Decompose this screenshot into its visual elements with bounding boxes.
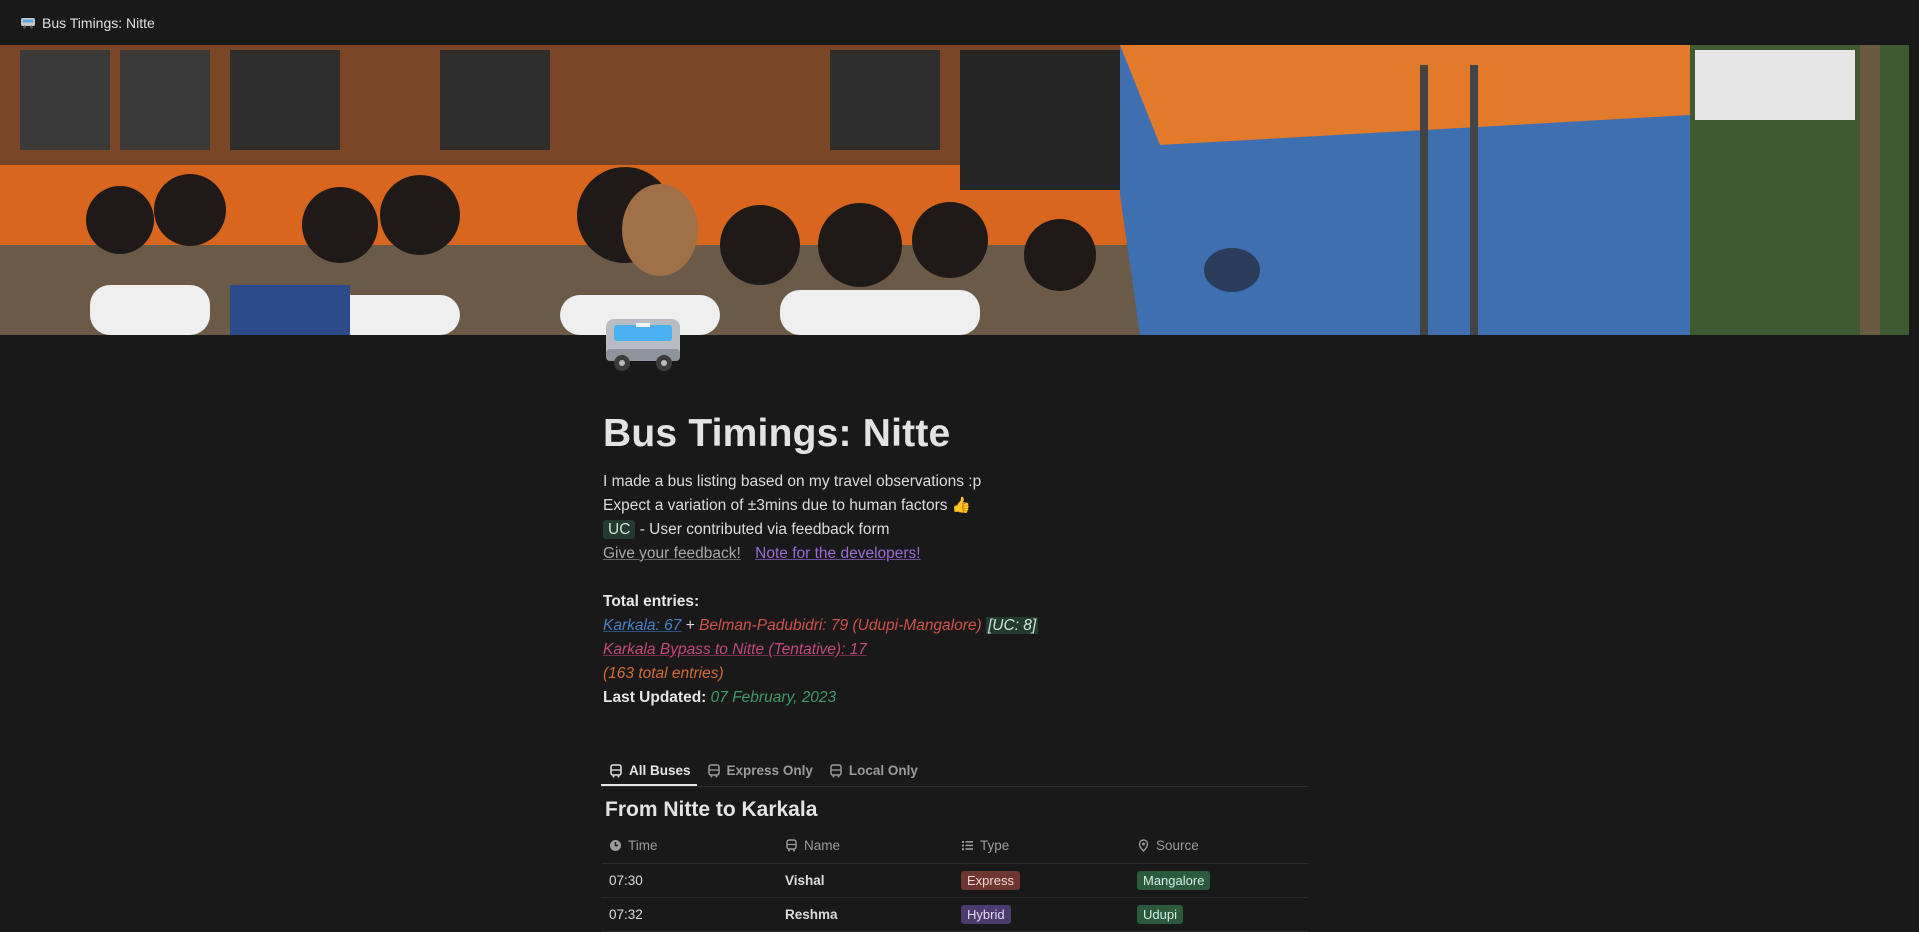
bypass-count-link[interactable]: Karkala Bypass to Nitte (Tentative): 17 (603, 641, 867, 658)
plus-sign: + (681, 617, 700, 634)
location-pin-icon (1138, 839, 1149, 852)
type-cell: Hybrid (953, 897, 1129, 932)
source-tag: Udupi (1137, 905, 1183, 924)
last-updated-line: Last Updated: 07 February, 2023 (603, 686, 1310, 710)
source-cell: Mangalore (1129, 863, 1308, 898)
page-content: Bus Timings: Nitte I made a bus listing … (603, 400, 1310, 710)
time-cell: 07:30 (601, 863, 777, 898)
table-row[interactable]: 07:30 Vishal Express Mangalore (601, 863, 1308, 898)
developer-note-link[interactable]: Note for the developers! (755, 545, 920, 562)
last-updated-label: Last Updated: (603, 689, 707, 706)
bus-emoji-icon (606, 319, 680, 371)
total-line: (163 total entries) (603, 662, 1310, 686)
type-cell: Express (953, 863, 1129, 898)
column-header-type[interactable]: Type (953, 830, 1129, 864)
time-cell: 07:32 (601, 897, 777, 932)
column-label: Type (980, 838, 1010, 853)
bus-icon (707, 763, 720, 777)
bus-icon (21, 17, 35, 28)
total-entries-label: Total entries: (603, 593, 700, 610)
table-header-row: Time Name Type Source (601, 830, 1308, 864)
column-header-time[interactable]: Time (601, 830, 777, 864)
bus-table: Time Name Type Source 07:30 Vishal Expre… (601, 830, 1308, 932)
column-label: Name (804, 838, 841, 853)
tab-local-only[interactable]: Local Only (821, 763, 924, 786)
links-line: Give your feedback! Note for the develop… (603, 542, 1310, 566)
belman-count: Belman-Padubidri: 79 (Udupi-Mangalore) (699, 617, 982, 634)
bypass-line: Karkala Bypass to Nitte (Tentative): 17 (603, 638, 1310, 662)
tab-label: Express Only (726, 763, 813, 778)
name-cell: Vishal (777, 863, 953, 898)
list-icon (962, 841, 973, 851)
intro-line-2: Expect a variation of ±3mins due to huma… (603, 497, 972, 514)
name-cell: Reshma (777, 897, 953, 932)
tab-label: All Buses (629, 763, 691, 778)
last-updated-value: 07 February, 2023 (710, 689, 837, 706)
karkala-count-link[interactable]: Karkala: 67 (603, 617, 681, 634)
page-title: Bus Timings: Nitte (603, 412, 951, 455)
tab-label: Local Only (848, 763, 918, 778)
uc-count: [UC: 8] (986, 617, 1039, 634)
uc-description: - User contributed via feedback form (635, 521, 890, 538)
uc-legend-line: UC - User contributed via feedback form (603, 518, 1310, 542)
uc-tag: UC (603, 520, 636, 539)
clock-icon (610, 840, 621, 851)
type-tag: Express (961, 871, 1020, 890)
column-header-name[interactable]: Name (777, 830, 953, 864)
tab-express-only[interactable]: Express Only (699, 763, 819, 786)
breadcrumb[interactable]: Bus Timings: Nitte (20, 15, 155, 31)
source-cell: Udupi (1129, 897, 1308, 932)
tab-all-buses[interactable]: All Buses (601, 763, 697, 786)
cover-image (0, 45, 1909, 335)
type-tag: Hybrid (961, 905, 1011, 924)
top-bar: Bus Timings: Nitte (0, 0, 1919, 45)
bus-icon (830, 763, 842, 777)
column-label: Source (1156, 838, 1199, 853)
section-title: From Nitte to Karkala (605, 798, 818, 821)
source-tag: Mangalore (1137, 871, 1211, 890)
view-tabs: All Buses Express Only Local Only (601, 752, 1308, 787)
table-row[interactable]: 07:32 Reshma Hybrid Udupi (601, 897, 1308, 932)
column-label: Time (628, 838, 658, 853)
counts-line: Karkala: 67 + Belman-Padubidri: 79 (Udup… (603, 614, 1310, 638)
intro-line-1: I made a bus listing based on my travel … (603, 473, 982, 490)
column-header-source[interactable]: Source (1129, 830, 1308, 864)
bus-icon (610, 763, 622, 777)
bus-icon (786, 839, 797, 852)
breadcrumb-title: Bus Timings: Nitte (42, 14, 155, 31)
total-entries-value: (163 total entries) (603, 665, 724, 682)
feedback-link[interactable]: Give your feedback! (603, 545, 741, 562)
